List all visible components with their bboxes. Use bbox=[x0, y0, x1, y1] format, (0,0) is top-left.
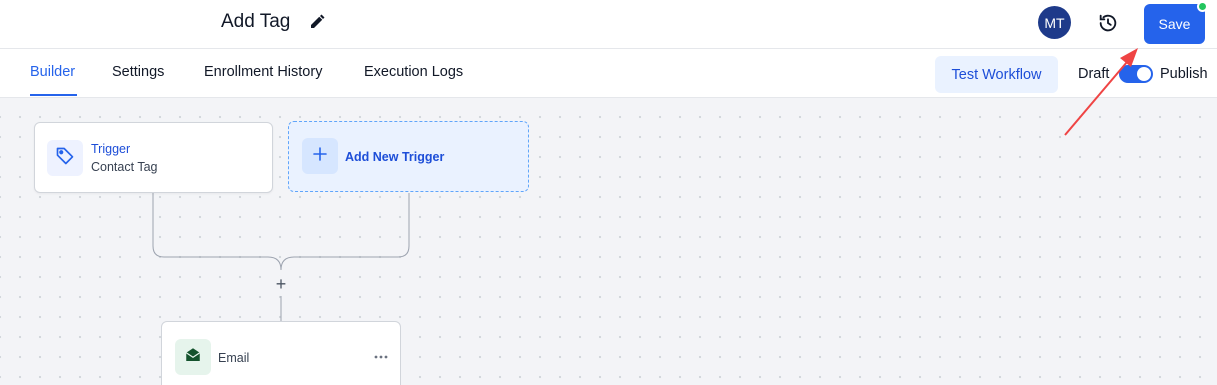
publish-label: Publish bbox=[1160, 66, 1208, 82]
add-new-trigger-label: Add New Trigger bbox=[345, 150, 445, 164]
plus-icon bbox=[312, 146, 328, 167]
tab-settings[interactable]: Settings bbox=[112, 64, 164, 80]
add-icon-box bbox=[302, 138, 338, 174]
toggle-knob bbox=[1137, 67, 1151, 81]
trigger-icon-box bbox=[47, 140, 83, 176]
save-button[interactable]: Save bbox=[1144, 4, 1205, 44]
email-icon-box bbox=[175, 339, 211, 375]
test-workflow-button[interactable]: Test Workflow bbox=[935, 56, 1058, 93]
tab-bar: Builder Settings Enrollment History Exec… bbox=[0, 49, 1217, 98]
trigger-title: Trigger bbox=[91, 142, 131, 156]
tab-builder[interactable]: Builder bbox=[30, 64, 75, 80]
more-horizontal-icon[interactable] bbox=[372, 350, 390, 364]
publish-toggle[interactable] bbox=[1119, 65, 1153, 83]
active-tab-indicator bbox=[30, 94, 77, 96]
workflow-title: Add Tag bbox=[221, 11, 291, 32]
tag-icon bbox=[55, 146, 75, 171]
add-new-trigger-button[interactable]: Add New Trigger bbox=[288, 121, 529, 192]
top-bar: Add Tag MT Save bbox=[0, 0, 1217, 49]
email-icon bbox=[184, 346, 202, 369]
status-dot bbox=[1197, 1, 1208, 12]
add-step-button[interactable]: + bbox=[273, 274, 289, 294]
draft-label: Draft bbox=[1078, 66, 1110, 82]
history-icon[interactable] bbox=[1097, 12, 1119, 34]
email-step-label: Email bbox=[218, 351, 250, 365]
tab-execution-logs[interactable]: Execution Logs bbox=[364, 64, 463, 80]
pencil-icon[interactable] bbox=[308, 13, 326, 31]
trigger-card[interactable]: Trigger Contact Tag bbox=[34, 122, 273, 193]
avatar[interactable]: MT bbox=[1038, 6, 1071, 39]
trigger-subtitle: Contact Tag bbox=[91, 160, 158, 174]
email-step-card[interactable]: Email bbox=[161, 321, 401, 385]
tab-enrollment-history[interactable]: Enrollment History bbox=[204, 64, 322, 80]
workflow-canvas[interactable]: Trigger Contact Tag Add New Trigger + Em… bbox=[0, 98, 1217, 385]
